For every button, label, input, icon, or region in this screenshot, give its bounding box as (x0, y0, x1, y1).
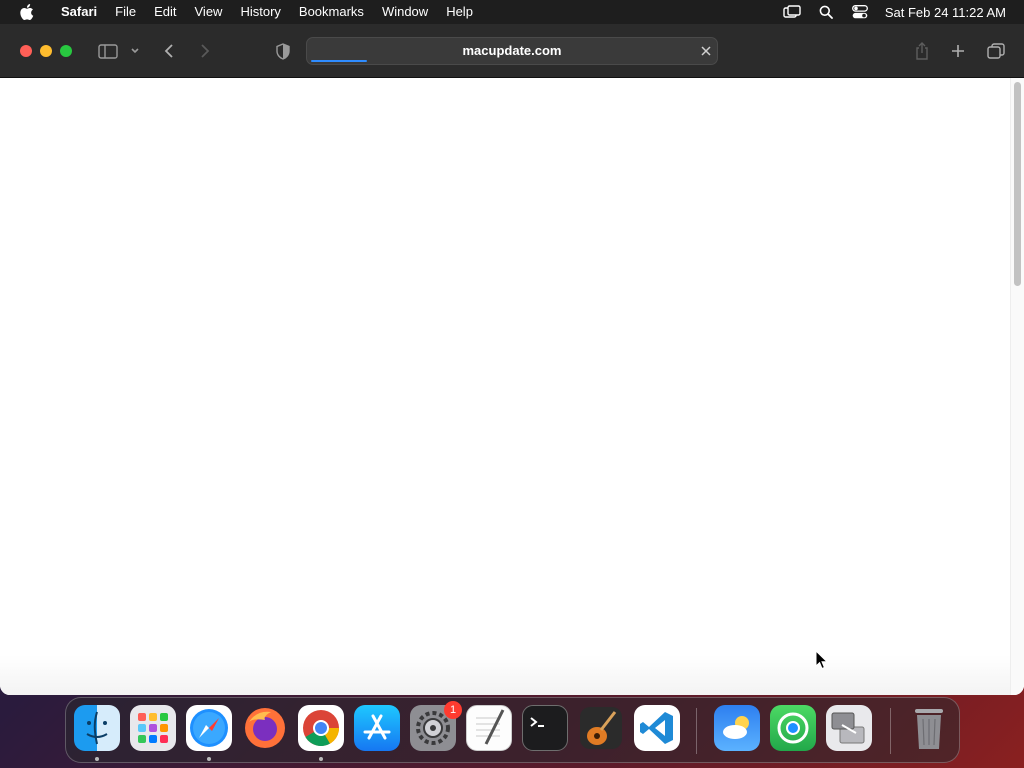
app-store-icon[interactable] (354, 705, 400, 751)
address-bar[interactable]: macupdate.com (306, 37, 718, 65)
menu-window[interactable]: Window (373, 0, 437, 24)
menu-help[interactable]: Help (437, 0, 482, 24)
control-center-icon[interactable] (843, 5, 877, 19)
apple-icon[interactable] (18, 3, 38, 21)
terminal-icon[interactable] (522, 705, 568, 751)
new-tab-icon[interactable] (948, 39, 968, 63)
chevron-down-icon[interactable] (128, 39, 142, 63)
menu-bookmarks[interactable]: Bookmarks (290, 0, 373, 24)
vertical-scrollbar[interactable] (1010, 78, 1024, 695)
content-bottom-fade (0, 655, 1010, 695)
system-settings-icon[interactable]: 1 (410, 701, 462, 751)
menu-edit[interactable]: Edit (145, 0, 185, 24)
find-my-icon[interactable] (770, 705, 816, 751)
menu-view[interactable]: View (186, 0, 232, 24)
running-indicator (207, 757, 211, 761)
web-content-area[interactable] (0, 78, 1024, 695)
weather-icon[interactable] (714, 705, 760, 751)
launchpad-icon[interactable] (130, 705, 176, 751)
address-url: macupdate.com (462, 43, 562, 58)
migration-assistant-icon[interactable] (826, 705, 872, 751)
garageband-icon[interactable] (578, 705, 624, 751)
page-load-progress-bar (311, 60, 367, 62)
close-window-button[interactable] (20, 45, 32, 57)
back-icon[interactable] (160, 39, 178, 63)
textedit-icon[interactable] (466, 705, 512, 751)
trash-icon[interactable] (906, 705, 952, 751)
menu-file[interactable]: File (106, 0, 145, 24)
dock-separator (696, 708, 697, 754)
mouse-cursor-icon (815, 649, 829, 670)
minimize-window-button[interactable] (40, 45, 52, 57)
spotlight-search-icon[interactable] (809, 5, 843, 19)
vscode-icon[interactable] (634, 705, 680, 751)
menu-bar: Safari File Edit View History Bookmarks … (0, 0, 1024, 24)
forward-icon[interactable] (196, 39, 214, 63)
safari-icon[interactable] (186, 705, 232, 751)
menu-history[interactable]: History (231, 0, 289, 24)
zoom-window-button[interactable] (60, 45, 72, 57)
tab-overview-icon[interactable] (985, 39, 1007, 63)
dock: 1 (65, 697, 960, 763)
firefox-icon[interactable] (242, 705, 288, 751)
menu-bar-clock[interactable]: Sat Feb 24 11:22 AM (877, 5, 1024, 20)
sidebar-icon[interactable] (96, 39, 120, 63)
running-indicator (319, 757, 323, 761)
finder-icon[interactable] (74, 705, 120, 751)
privacy-shield-icon[interactable] (274, 39, 292, 63)
scrollbar-thumb[interactable] (1014, 82, 1021, 286)
running-indicator (95, 757, 99, 761)
safari-toolbar: macupdate.com (0, 24, 1024, 78)
screen-mirroring-icon[interactable] (775, 5, 809, 19)
dock-separator (890, 708, 891, 754)
share-icon[interactable] (912, 39, 932, 63)
notification-badge: 1 (444, 701, 462, 719)
menu-app-name[interactable]: Safari (52, 0, 106, 24)
stop-loading-icon[interactable] (701, 38, 711, 64)
chrome-icon[interactable] (298, 705, 344, 751)
safari-window: macupdate.com (0, 24, 1024, 695)
